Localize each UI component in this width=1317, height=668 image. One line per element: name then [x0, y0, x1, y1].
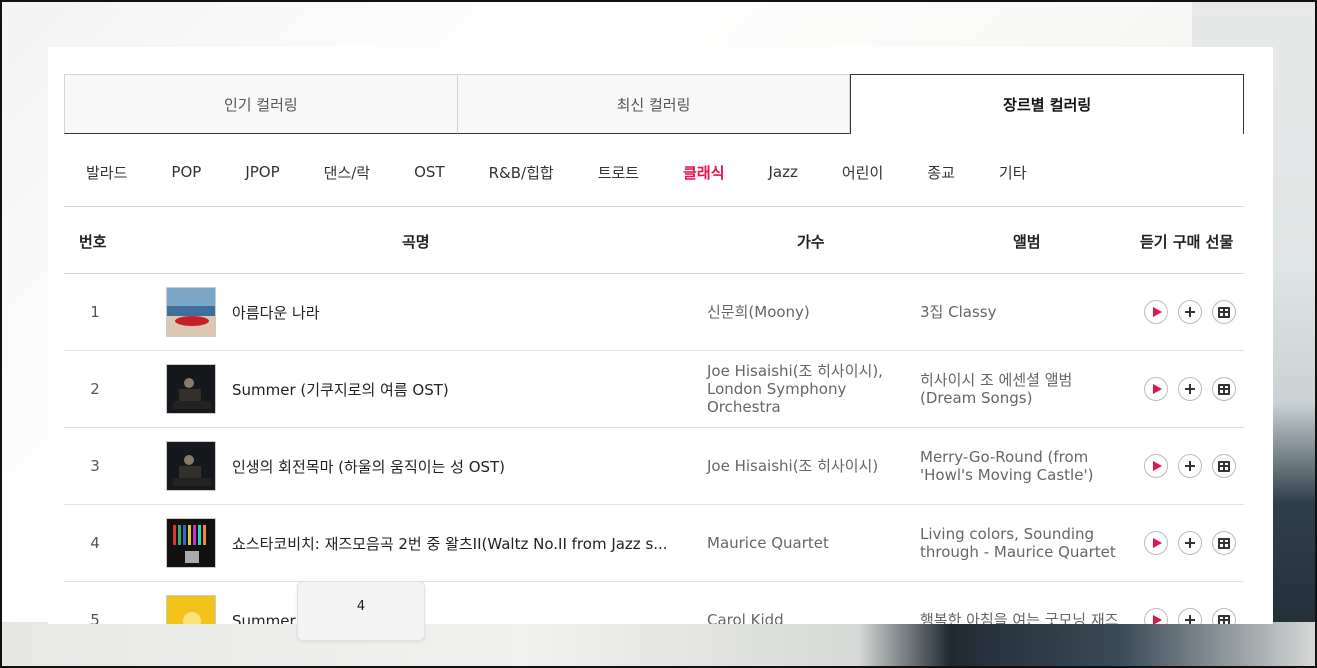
genre-pop[interactable]: POP — [149, 163, 223, 181]
buy-button[interactable] — [1178, 454, 1202, 478]
album-name[interactable]: 행복한 아침을 여는 굿모닝 재즈 — [920, 582, 1125, 624]
tab-popular[interactable]: 인기 컬러링 — [64, 74, 458, 134]
buy-button[interactable] — [1178, 300, 1202, 324]
play-icon — [1153, 615, 1162, 624]
background-bottom — [2, 622, 1315, 666]
plus-icon — [1185, 538, 1195, 548]
album-cover-art — [167, 596, 215, 624]
row-number: 3 — [90, 457, 100, 475]
plus-icon — [1185, 384, 1195, 394]
buy-button[interactable] — [1178, 377, 1202, 401]
genre-religion[interactable]: 종교 — [905, 162, 977, 183]
hover-tooltip: 4 — [297, 581, 425, 641]
gift-icon — [1218, 383, 1230, 395]
genre-kids[interactable]: 어린이 — [820, 162, 905, 183]
table-row: 2 Summer (기쿠지로의 여름 OST) Joe Hisaishi(조 히… — [64, 351, 1244, 428]
album-name[interactable]: Merry-Go-Round (from 'Howl's Moving Cast… — [920, 428, 1125, 504]
tab-genre[interactable]: 장르별 컬러링 — [850, 74, 1245, 134]
artist-name[interactable]: 신문희(Moony) — [707, 274, 919, 350]
album-name[interactable]: 히사이시 조 에센셜 앨범 (Dream Songs) — [920, 351, 1125, 427]
table-row: 3 인생의 회전목마 (하울의 움직이는 성 OST) Joe Hisaishi… — [64, 428, 1244, 505]
row-number: 1 — [90, 303, 100, 321]
table-row: 1 아름다운 나라 신문희(Moony) 3집 Classy — [64, 274, 1244, 351]
coloring-tabs: 인기 컬러링 최신 컬러링 장르별 컬러링 — [64, 74, 1245, 134]
album-cover[interactable] — [166, 518, 216, 568]
artist-name[interactable]: Joe Hisaishi(조 히사이시) — [707, 428, 919, 504]
gift-icon — [1218, 460, 1230, 472]
play-button[interactable] — [1144, 608, 1168, 624]
row-actions — [1144, 300, 1244, 324]
album-cover-art — [167, 519, 215, 567]
song-title[interactable]: 쇼스타코비치: 재즈모음곡 2번 중 왈츠II(Waltz No.II from… — [232, 505, 702, 581]
gift-button[interactable] — [1212, 300, 1236, 324]
genre-jazz[interactable]: Jazz — [747, 163, 820, 181]
gift-button[interactable] — [1212, 377, 1236, 401]
plus-icon — [1185, 307, 1195, 317]
album-cover[interactable] — [166, 364, 216, 414]
play-button[interactable] — [1144, 377, 1168, 401]
buy-button[interactable] — [1178, 608, 1202, 624]
album-cover-art — [167, 288, 215, 336]
genre-ost[interactable]: OST — [392, 163, 467, 181]
header-album: 앨범 — [1013, 233, 1041, 251]
coloring-panel: 인기 컬러링 최신 컬러링 장르별 컬러링 발라드 POP JPOP 댄스/락 … — [48, 47, 1273, 624]
play-icon — [1153, 461, 1162, 471]
header-title: 곡명 — [402, 233, 430, 251]
song-title[interactable]: Summer (기쿠지로의 여름 OST) — [232, 351, 702, 427]
row-actions — [1144, 531, 1244, 555]
play-button[interactable] — [1144, 531, 1168, 555]
gift-icon — [1218, 614, 1230, 624]
play-button[interactable] — [1144, 300, 1168, 324]
row-actions — [1144, 454, 1244, 478]
row-number: 2 — [90, 380, 100, 398]
table-row: 5 Summer ( 여름` 삽입곡) Carol Kidd 행복한 아침을 여… — [64, 582, 1244, 624]
gift-icon — [1218, 306, 1230, 318]
table-header: 번호 곡명 가수 앨범 듣기 구매 선물 — [64, 206, 1244, 274]
gift-button[interactable] — [1212, 608, 1236, 624]
genre-etc[interactable]: 기타 — [977, 162, 1049, 183]
artist-name[interactable]: Joe Hisaishi(조 히사이시), London Symphony Or… — [707, 351, 919, 427]
plus-icon — [1185, 615, 1195, 624]
artist-name[interactable]: Maurice Quartet — [707, 505, 919, 581]
album-cover[interactable] — [166, 287, 216, 337]
genre-classic[interactable]: 클래식 — [661, 162, 746, 183]
play-button[interactable] — [1144, 454, 1168, 478]
tab-latest[interactable]: 최신 컬러링 — [457, 74, 851, 134]
album-name[interactable]: 3집 Classy — [920, 274, 1125, 350]
plus-icon — [1185, 461, 1195, 471]
genre-jpop[interactable]: JPOP — [223, 163, 301, 181]
gift-button[interactable] — [1212, 531, 1236, 555]
header-actions: 듣기 구매 선물 — [1140, 233, 1234, 251]
gift-button[interactable] — [1212, 454, 1236, 478]
album-name[interactable]: Living colors, Sounding through - Mauric… — [920, 505, 1125, 581]
album-cover-art — [167, 365, 215, 413]
genre-dance-rock[interactable]: 댄스/락 — [302, 162, 392, 183]
album-cover-art — [167, 442, 215, 490]
album-cover[interactable] — [166, 441, 216, 491]
table-row: 4 쇼스타코비치: 재즈모음곡 2번 중 왈츠II(Waltz No.II fr… — [64, 505, 1244, 582]
play-icon — [1153, 384, 1162, 394]
header-num: 번호 — [79, 233, 107, 251]
play-icon — [1153, 307, 1162, 317]
gift-icon — [1218, 537, 1230, 549]
genre-trot[interactable]: 트로트 — [576, 162, 661, 183]
artist-name[interactable]: Carol Kidd — [707, 582, 919, 624]
genre-ballad[interactable]: 발라드 — [64, 162, 149, 183]
album-cover[interactable] — [166, 595, 216, 624]
genre-rnb-hiphop[interactable]: R&B/힙합 — [467, 162, 576, 183]
song-title[interactable]: 아름다운 나라 — [232, 274, 702, 350]
song-title[interactable]: 인생의 회전목마 (하울의 움직이는 성 OST) — [232, 428, 702, 504]
play-icon — [1153, 538, 1162, 548]
row-number: 4 — [90, 534, 100, 552]
buy-button[interactable] — [1178, 531, 1202, 555]
genre-nav: 발라드 POP JPOP 댄스/락 OST R&B/힙합 트로트 클래식 Jaz… — [64, 142, 1244, 202]
row-actions — [1144, 608, 1244, 624]
row-number: 5 — [90, 611, 100, 624]
row-actions — [1144, 377, 1244, 401]
header-artist: 가수 — [797, 233, 825, 251]
browser-frame: 인기 컬러링 최신 컬러링 장르별 컬러링 발라드 POP JPOP 댄스/락 … — [0, 0, 1317, 668]
